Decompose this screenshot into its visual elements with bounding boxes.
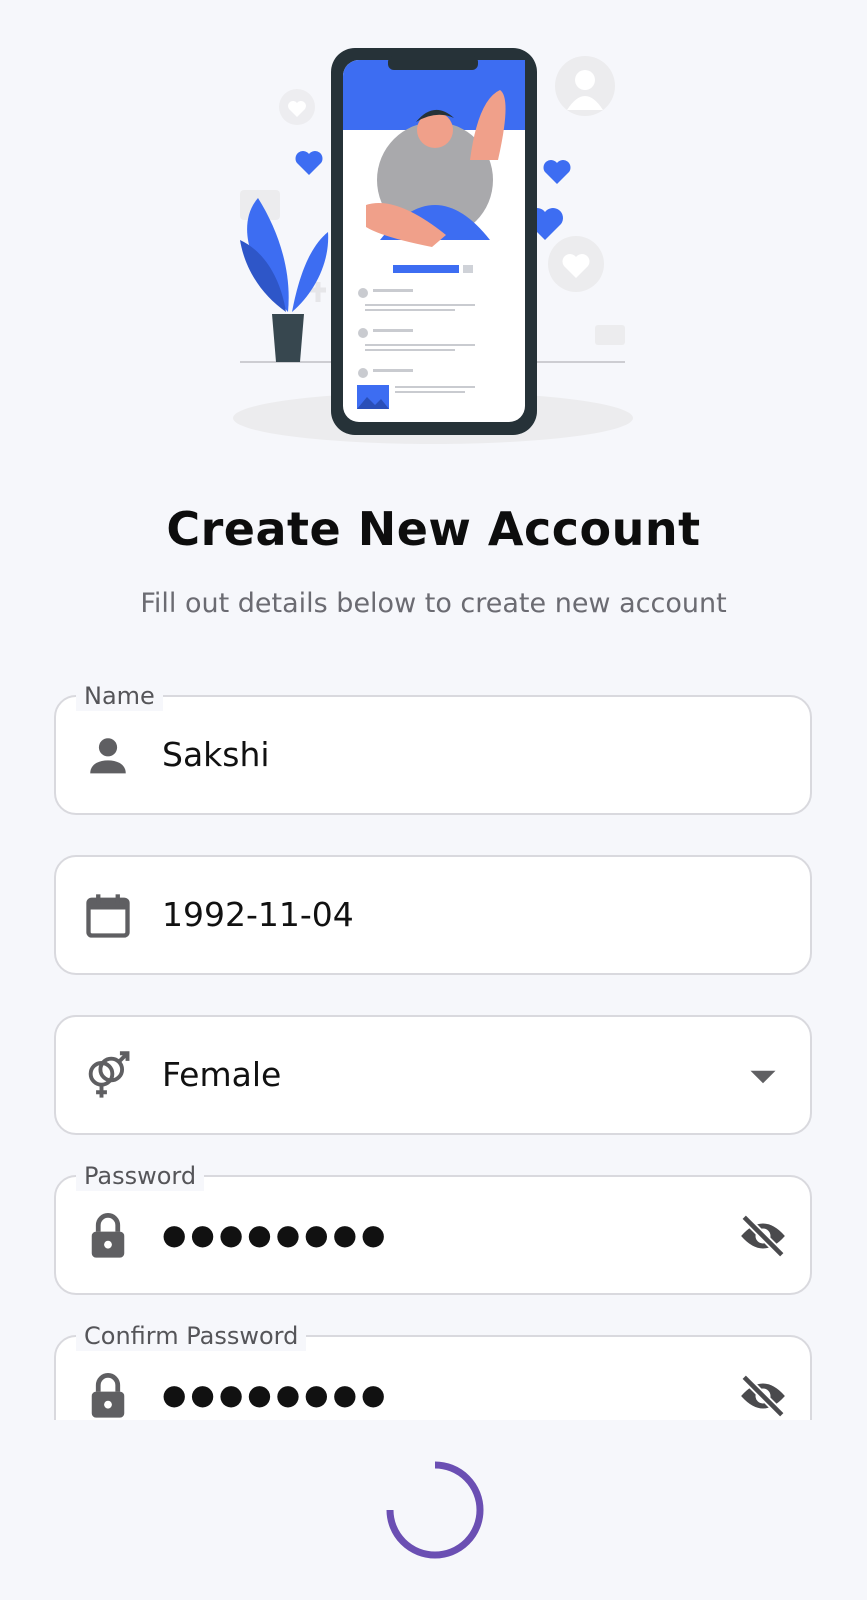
lock-icon	[91, 1373, 125, 1418]
name-field[interactable]: Name Sakshi	[54, 681, 812, 815]
signup-form: Name Sakshi 1992-11-04 Female Password ●…	[0, 660, 867, 1420]
gender-icon	[88, 1051, 130, 1098]
hero-illustration	[233, 48, 633, 444]
dob-input[interactable]: 1992-11-04	[162, 857, 354, 973]
person-icon	[90, 738, 126, 774]
visibility-off-icon[interactable]	[738, 1211, 788, 1261]
name-label: Name	[76, 681, 163, 711]
name-input[interactable]: Sakshi	[162, 697, 270, 813]
loading-spinner	[386, 1461, 484, 1559]
calendar-icon	[86, 894, 130, 938]
gender-selected-value: Female	[162, 1055, 282, 1094]
password-input[interactable]: ●●●●●●●●	[162, 1177, 389, 1293]
confirm-password-field[interactable]: Confirm Password ●●●●●●●●	[54, 1321, 812, 1420]
password-field[interactable]: Password ●●●●●●●●	[54, 1161, 812, 1295]
dropdown-arrow-icon[interactable]	[738, 1051, 788, 1101]
confirm-password-input[interactable]: ●●●●●●●●	[162, 1337, 389, 1420]
page-title: Create New Account	[166, 502, 701, 556]
gender-dropdown[interactable]: Female	[54, 1015, 812, 1135]
lock-icon	[91, 1213, 125, 1258]
visibility-off-icon[interactable]	[738, 1371, 788, 1420]
dob-field[interactable]: 1992-11-04	[54, 855, 812, 975]
page-subtitle: Fill out details below to create new acc…	[140, 588, 727, 619]
